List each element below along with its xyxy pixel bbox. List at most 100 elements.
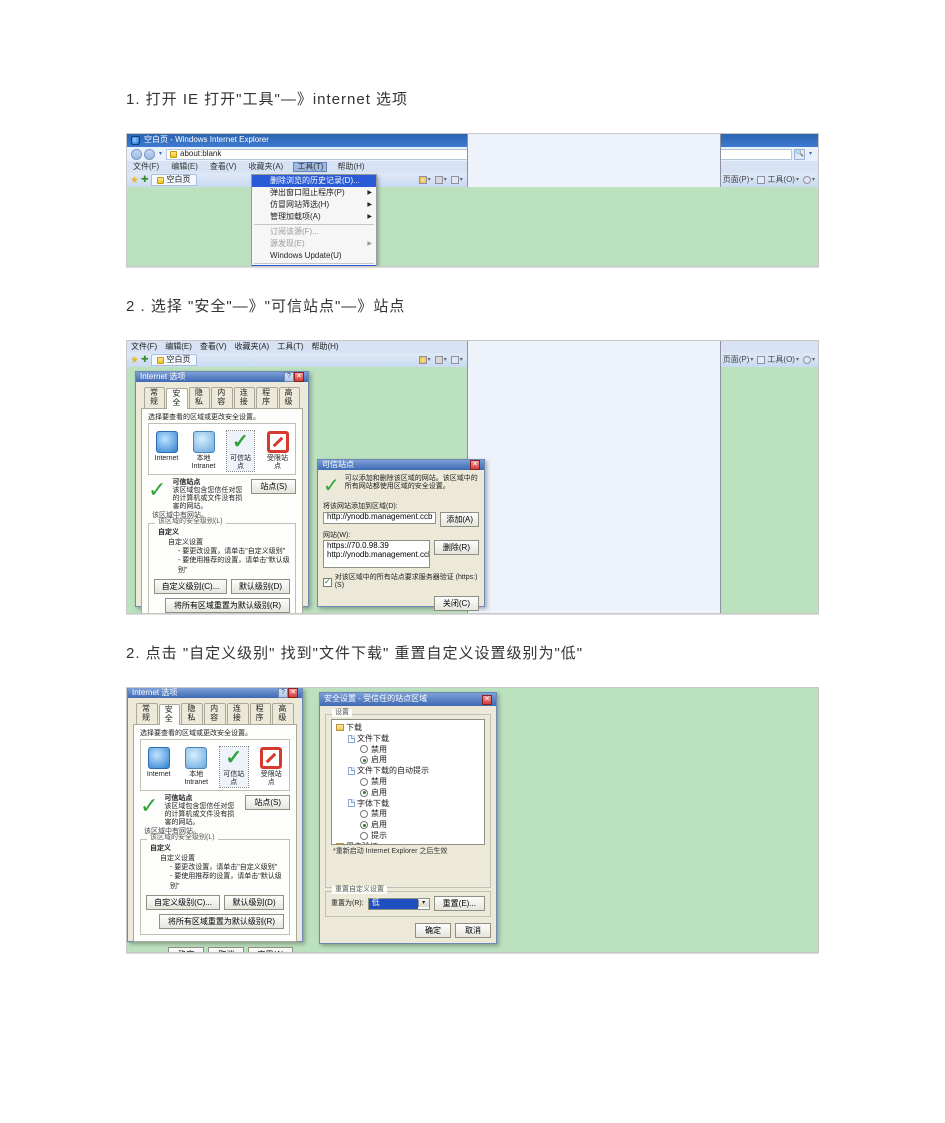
ok-button[interactable]: 确定 (168, 947, 204, 953)
help-button[interactable]: ▾ (803, 176, 815, 184)
radio-enable[interactable] (360, 756, 368, 764)
menu-item-windows-update[interactable]: Windows Update(U) (252, 250, 376, 262)
tab-content[interactable]: 内容 (211, 387, 232, 408)
zone-intranet[interactable]: 本地 Intranet (183, 747, 211, 786)
tab-content[interactable]: 内容 (204, 703, 226, 724)
zone-internet[interactable]: Internet (145, 747, 173, 786)
default-level-button[interactable]: 默认级别(D) (231, 579, 290, 594)
menu-favorites[interactable]: 收藏夹(A) (247, 163, 286, 172)
chevron-down-icon[interactable]: ▾ (418, 900, 429, 907)
cancel-button[interactable]: 取消 (208, 947, 244, 953)
tab-security[interactable]: 安全 (159, 704, 181, 725)
page-icon (170, 151, 177, 158)
security-settings-titlebar: 安全设置 - 受信任的站点区域 ✕ (320, 693, 496, 706)
rss-button[interactable]: ▾ (435, 356, 447, 364)
tools-menu-button[interactable]: 工具(O)▾ (757, 356, 799, 365)
remove-site-button[interactable]: 删除(R) (434, 540, 479, 555)
help-icon[interactable]: ? (278, 688, 288, 698)
help-icon[interactable]: ? (284, 372, 294, 382)
rss-button[interactable]: ▾ (435, 176, 447, 184)
menu-file[interactable]: 文件(F) (131, 163, 161, 172)
add-favorite-icon[interactable]: ✚ (141, 355, 149, 365)
tab-advanced[interactable]: 高级 (279, 387, 300, 408)
menu-favorites[interactable]: 收藏夹(A) (235, 343, 270, 352)
tab-programs[interactable]: 程序 (250, 703, 272, 724)
menu-view[interactable]: 查看(V) (200, 343, 227, 352)
address-value: about:blank (180, 150, 221, 159)
tab-privacy[interactable]: 隐私 (189, 387, 210, 408)
home-button[interactable]: ▾ (419, 176, 431, 184)
menu-item-delete-history[interactable]: 删除浏览的历史记录(D)... (252, 175, 376, 187)
menu-item-subscribe-feed: 订阅该源(F)... (252, 226, 376, 238)
radio-disable[interactable] (360, 810, 368, 818)
zone-trusted[interactable]: ✓可信站点 (227, 431, 254, 470)
tab-privacy[interactable]: 隐私 (181, 703, 203, 724)
radio-disable[interactable] (360, 778, 368, 786)
menu-help[interactable]: 帮助(H) (311, 343, 338, 352)
ok-button[interactable]: 确定 (415, 923, 451, 938)
close-icon[interactable]: ✕ (482, 695, 492, 705)
tab-general[interactable]: 常规 (136, 703, 158, 724)
favorites-star-icon[interactable]: ★ (130, 175, 139, 186)
zone-restricted[interactable]: 受限站点 (264, 431, 291, 470)
add-site-button[interactable]: 添加(A) (440, 512, 479, 527)
back-button[interactable] (131, 149, 142, 160)
default-level-button[interactable]: 默认级别(D) (224, 895, 284, 910)
radio-prompt[interactable] (360, 832, 368, 840)
add-site-input[interactable]: http://ynodb.management.ccb (323, 512, 436, 524)
print-button[interactable]: ▾ (451, 176, 463, 184)
menu-help[interactable]: 帮助(H) (335, 163, 366, 172)
close-icon[interactable]: ✕ (294, 372, 304, 382)
apply-button[interactable]: 应用(A) (248, 947, 293, 953)
radio-enable[interactable] (360, 789, 368, 797)
menu-item-internet-options[interactable]: Internet 选项(O) (252, 265, 376, 267)
browser-tab[interactable]: 空白页 (151, 354, 197, 366)
tab-connections[interactable]: 连接 (234, 387, 255, 408)
browser-tab[interactable]: 空白页 (151, 174, 197, 186)
custom-level-button[interactable]: 自定义级别(C)... (154, 579, 227, 594)
menu-item-phishing-filter[interactable]: 仿冒网站筛选(H)▶ (252, 199, 376, 211)
reset-all-zones-button[interactable]: 将所有区域重置为默认级别(R) (159, 914, 284, 929)
menu-tools[interactable]: 工具(T) (277, 343, 303, 352)
reset-all-zones-button[interactable]: 将所有区域重置为默认级别(R) (165, 598, 290, 613)
zone-internet[interactable]: Internet (153, 431, 180, 470)
zone-intranet[interactable]: 本地 Intranet (190, 431, 217, 470)
menu-item-manage-addons[interactable]: 管理加载项(A)▶ (252, 211, 376, 223)
close-icon[interactable]: ✕ (470, 460, 480, 470)
sites-button[interactable]: 站点(S) (251, 479, 296, 494)
help-button[interactable]: ▾ (803, 356, 815, 364)
menu-edit[interactable]: 编辑(E) (169, 163, 200, 172)
print-button[interactable]: ▾ (451, 356, 463, 364)
sites-listbox[interactable]: https://70.0.98.39 http://ynodb.manageme… (323, 540, 430, 568)
menu-tools[interactable]: 工具(T) (293, 162, 327, 173)
reset-button[interactable]: 重置(E)... (434, 896, 485, 911)
radio-enable[interactable] (360, 821, 368, 829)
tools-menu-button[interactable]: 工具(O)▾ (757, 176, 799, 185)
close-button[interactable]: 关闭(C) (434, 596, 479, 611)
forward-button[interactable] (144, 149, 155, 160)
tab-security[interactable]: 安全 (166, 388, 187, 409)
nav-history-dropdown[interactable]: ▾ (157, 151, 164, 158)
tab-general[interactable]: 常规 (144, 387, 165, 408)
zone-trusted[interactable]: ✓可信站点 (220, 747, 248, 786)
tab-programs[interactable]: 程序 (256, 387, 277, 408)
require-https-checkbox[interactable]: ✓ (323, 578, 332, 587)
custom-level-button[interactable]: 自定义级别(C)... (146, 895, 220, 910)
reset-level-select[interactable]: 低 ▾ (368, 898, 430, 910)
security-settings-tree[interactable]: 下载 文件下载 禁用 启用 文件下载的自动提示 禁用 启用 字体下载 禁用 启用… (331, 719, 485, 845)
zone-restricted[interactable]: 受限站点 (258, 747, 286, 786)
favorites-star-icon[interactable]: ★ (130, 355, 139, 366)
menu-file[interactable]: 文件(F) (131, 343, 157, 352)
menu-item-popup-blocker[interactable]: 弹出窗口阻止程序(P)▶ (252, 187, 376, 199)
menu-edit[interactable]: 编辑(E) (165, 343, 192, 352)
add-favorite-icon[interactable]: ✚ (141, 175, 149, 185)
tab-advanced[interactable]: 高级 (272, 703, 294, 724)
list-item[interactable]: http://ynodb.management.ccb (327, 551, 426, 560)
cancel-button[interactable]: 取消 (455, 923, 491, 938)
home-button[interactable]: ▾ (419, 356, 431, 364)
radio-disable[interactable] (360, 745, 368, 753)
tab-connections[interactable]: 连接 (227, 703, 249, 724)
close-icon[interactable]: ✕ (288, 688, 298, 698)
menu-view[interactable]: 查看(V) (208, 163, 239, 172)
sites-button[interactable]: 站点(S) (245, 795, 290, 810)
